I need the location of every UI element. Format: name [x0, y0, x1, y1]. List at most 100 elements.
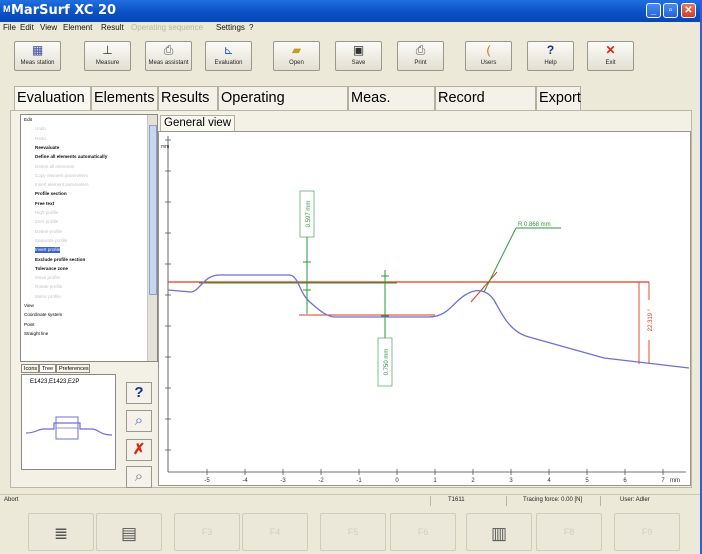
angle-label: 22.319 °	[648, 308, 654, 331]
module-slot-3[interactable]: F3	[174, 513, 240, 551]
meas-station-button[interactable]: ▦ Meas station	[14, 41, 61, 71]
tab-results[interactable]: Results	[158, 86, 218, 110]
exit-button[interactable]: ✕ Exit	[587, 41, 634, 71]
tree-item[interactable]: Define all elements automatically	[35, 154, 107, 160]
tree-item[interactable]: Profile section	[35, 191, 67, 197]
tree-item[interactable]: Straight line	[24, 331, 48, 337]
menu-view[interactable]: View	[40, 23, 57, 32]
module-slot-2[interactable]: ▤	[96, 513, 162, 551]
save-button[interactable]: ▣ Save	[335, 41, 382, 71]
tab-evaluation[interactable]: Evaluation	[14, 86, 91, 111]
maximize-button[interactable]: ▫	[663, 3, 678, 18]
meas-assistant-button[interactable]: ⎙ Meas assistant	[145, 41, 192, 71]
tree-item: Copy element parameters	[35, 172, 88, 178]
minimize-button[interactable]: _	[646, 3, 661, 18]
tree-item[interactable]: View	[24, 303, 34, 309]
tab-operating-sequence[interactable]: Operating sequence	[218, 86, 348, 129]
menu-operating-sequence[interactable]: Operating sequence	[131, 23, 203, 32]
menu-edit[interactable]: Edit	[20, 23, 34, 32]
module-slot-6[interactable]: F6	[390, 513, 456, 551]
x-tick-label: 7	[661, 478, 665, 484]
tree-item[interactable]: Reevaluate	[35, 145, 59, 151]
toolbar: ▦ Meas station ⊥ Measure ⎙ Meas assistan…	[0, 36, 700, 76]
tab-elements[interactable]: Elements	[91, 86, 158, 110]
x-tick-label: 1	[433, 478, 437, 484]
peak-fit-line[interactable]	[470, 271, 498, 303]
zoom-icon[interactable]: ⌕	[126, 410, 152, 432]
module-station-icon: ▤	[120, 524, 138, 543]
delete-cursor-icon[interactable]: ✗	[126, 439, 152, 461]
module-slot-4[interactable]: F4	[242, 513, 308, 551]
menu-result[interactable]: Result	[101, 23, 124, 32]
print-button[interactable]: ⎙ Print	[397, 41, 444, 71]
tree-item[interactable]: Point	[24, 322, 34, 328]
evaluation-icon: ⊾	[223, 43, 234, 57]
menu-file[interactable]: File	[3, 23, 16, 32]
general-view-tab[interactable]: General view	[160, 115, 236, 131]
measure-label: Measure	[95, 60, 120, 66]
measure-icon: ⊥	[102, 43, 113, 57]
module-slot-8-icon: F8	[563, 527, 575, 537]
module-slot-7[interactable]: ▥	[466, 513, 532, 551]
measure-button[interactable]: ⊥ Measure	[84, 41, 131, 71]
exit-label: Exit	[605, 60, 616, 66]
subtab-icons[interactable]: Icons	[21, 364, 39, 373]
tree-item[interactable]: Coordinate system	[24, 312, 62, 318]
tree-item[interactable]: Tolerance zone	[35, 266, 68, 272]
module-slot-8[interactable]: F8	[536, 513, 602, 551]
title-bar: M MarSurf XC 20 _ ▫ ✕	[0, 0, 700, 22]
help-button[interactable]: ? Help	[527, 41, 574, 71]
subtab-preferences[interactable]: Preferences	[56, 364, 90, 373]
module-slot-5-icon: F5	[347, 527, 359, 537]
status-abort[interactable]: Abort	[4, 497, 18, 503]
tree-item: Insert element parameters	[35, 182, 89, 188]
tree-scroll-thumb[interactable]	[149, 125, 157, 295]
menu-settings[interactable]: Settings	[216, 23, 245, 32]
save-icon: ▣	[352, 43, 365, 57]
tree-scrollbar[interactable]	[147, 115, 157, 361]
status-tracing-force: Tracing force: 0.00 [N]	[523, 497, 583, 503]
tree-item: Undo	[35, 126, 46, 132]
close-button[interactable]: ✕	[681, 3, 696, 18]
tree-item[interactable]: Free text	[35, 201, 54, 207]
radius-label: R 0.868 mm	[518, 222, 551, 228]
module-measure-icon: ≣	[53, 524, 69, 543]
module-bar: ≣ ▤ F3 F4 F5 F6 ▥ F8 F9	[0, 507, 700, 554]
zoom-out-icon[interactable]: ⌕	[126, 466, 152, 488]
module-slot-9[interactable]: F9	[614, 513, 680, 551]
function-tree[interactable]: Edit Undo Redo Reevaluate Define all element…	[20, 114, 158, 362]
subtab-tree[interactable]: Tree	[39, 364, 56, 373]
menu-element[interactable]: Element	[63, 23, 92, 32]
tree-item[interactable]: Invert profile	[35, 247, 61, 254]
measured-profile[interactable]	[167, 274, 690, 369]
module-slot-1[interactable]: ≣	[28, 513, 94, 551]
users-label: Users	[480, 60, 497, 66]
x-tick-label: 2	[471, 478, 475, 484]
tab-export[interactable]: Export	[536, 86, 581, 110]
help-icon[interactable]: ?	[126, 382, 152, 404]
help-label: Help	[544, 60, 557, 66]
help-icon: ?	[546, 43, 555, 57]
tab-meas-record[interactable]: Meas. record	[348, 86, 435, 129]
x-tick-label: 6	[623, 478, 627, 484]
x-tick-label: -4	[242, 478, 248, 484]
menu-help[interactable]: ?	[249, 23, 253, 32]
tree-item[interactable]: Exclude profile section	[35, 257, 85, 263]
exit-icon: ✕	[605, 43, 616, 57]
open-button[interactable]: ▰ Open	[273, 41, 320, 71]
print-icon: ⎙	[415, 43, 426, 57]
module-slot-5[interactable]: F5	[320, 513, 386, 551]
preview-graphic	[25, 416, 113, 440]
preview-caption: E1423,E1423,E2P	[30, 379, 80, 385]
tab-record-preview[interactable]: Record preview	[435, 86, 536, 129]
plot-canvas[interactable]: mm mm -5-4-3-2-1012345678 0.597 mm	[159, 132, 702, 485]
dimension-1-label: 0.597 mm	[306, 201, 312, 228]
meas-station-label: Meas station	[20, 60, 55, 66]
evaluation-button[interactable]: ⊾ Evaluation	[205, 41, 252, 71]
open-label: Open	[289, 60, 304, 66]
profile-plot[interactable]: mm mm -5-4-3-2-1012345678 0.597 mm	[158, 131, 702, 486]
main-panel: Evaluation Elements Results Operating se…	[0, 76, 702, 494]
tree-item: Mirror profile	[35, 293, 61, 299]
tree-item[interactable]: Edit	[24, 117, 32, 123]
users-button[interactable]: ( Users	[465, 41, 512, 71]
